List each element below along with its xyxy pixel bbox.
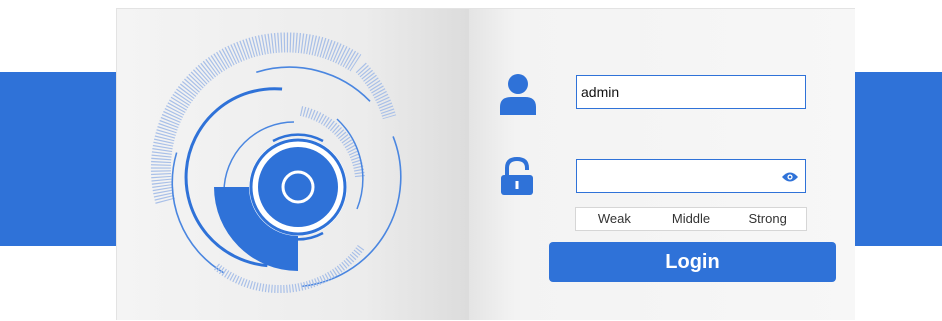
outer-thin-arc-top <box>256 66 371 102</box>
login-card: Weak Middle Strong Login <box>116 8 855 320</box>
eye-icon[interactable] <box>781 171 799 183</box>
radar-logo <box>150 32 402 294</box>
unlock-icon <box>501 157 533 195</box>
password-field[interactable] <box>576 159 806 193</box>
outer-hatched-arc-right <box>355 62 397 120</box>
strength-weak-label: Weak <box>597 211 631 226</box>
strength-middle-label: Middle <box>671 211 711 226</box>
password-strength-meter: Weak Middle Strong <box>575 207 807 231</box>
user-icon <box>500 74 536 115</box>
left-thin-arc <box>171 152 225 274</box>
password-input[interactable] <box>577 160 781 192</box>
left-blue-band <box>0 72 118 246</box>
username-field[interactable] <box>576 75 806 109</box>
strength-strong-label: Strong <box>748 211 787 226</box>
username-input[interactable] <box>577 76 781 108</box>
logo-panel <box>117 9 469 320</box>
right-blue-band <box>854 72 942 246</box>
login-button[interactable]: Login <box>549 242 836 282</box>
inner-disc <box>258 147 338 227</box>
